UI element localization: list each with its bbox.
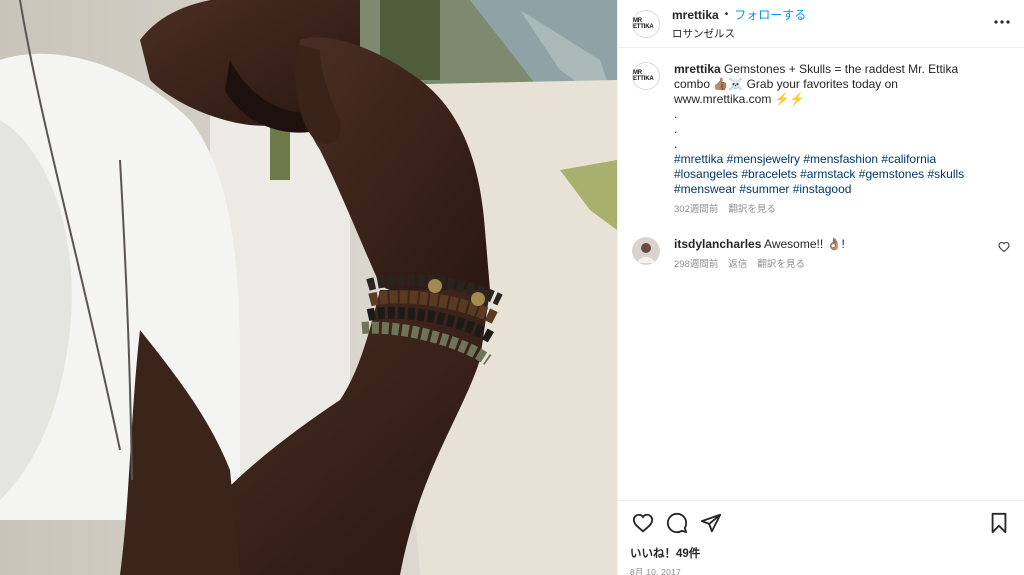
photo-man-wearing-bracelets: [0, 0, 617, 575]
post-dialog: MR ETTIKA mrettika • フォローする ロサンゼルス MR ET…: [0, 0, 1024, 575]
header-text: mrettika • フォローする ロサンゼルス: [672, 6, 806, 41]
comment-meta: 298週間前 返信 翻訳を見る: [674, 257, 994, 272]
comment-translate-link[interactable]: 翻訳を見る: [757, 257, 805, 272]
separator-dot: •: [724, 9, 729, 20]
post-side-panel: MR ETTIKA mrettika • フォローする ロサンゼルス MR ET…: [617, 0, 1024, 575]
caption-hashtags[interactable]: #mrettika #mensjewelry #mensfashion #cal…: [674, 152, 994, 197]
comment-time[interactable]: 298週間前: [674, 257, 718, 272]
paper-plane-icon: [700, 513, 722, 533]
comment-like-heart-icon[interactable]: [998, 241, 1010, 253]
caption-row: MR ETTIKA mrettika Gemstones + Skulls = …: [632, 62, 1010, 217]
follow-button[interactable]: フォローする: [734, 6, 806, 23]
action-icons: [630, 509, 1012, 537]
comment-button[interactable]: [664, 510, 690, 536]
comment-body: itsdylancharles Awesome!! 👌🏽! 298週間前 返信 …: [674, 237, 994, 272]
save-button[interactable]: [986, 510, 1012, 536]
post-photo[interactable]: [0, 0, 617, 575]
avatar-logo-text: MR ETTIKA: [633, 17, 654, 30]
caption-translate-link[interactable]: 翻訳を見る: [728, 202, 776, 217]
comment-bubble-icon: [666, 512, 688, 534]
comment-text: Awesome!! 👌🏽!: [764, 237, 845, 251]
caption-meta: 302週間前 翻訳を見る: [674, 202, 994, 217]
more-options-button[interactable]: [990, 12, 1014, 32]
bookmark-icon: [991, 512, 1007, 534]
heart-icon: [632, 513, 654, 533]
caption-username[interactable]: mrettika: [674, 62, 721, 76]
comment-row: itsdylancharles Awesome!! 👌🏽! 298週間前 返信 …: [632, 237, 1010, 272]
caption-avatar-text: MR ETTIKA: [633, 70, 654, 82]
more-horizontal-icon: [994, 20, 1010, 24]
comments-section: MR ETTIKA mrettika Gemstones + Skulls = …: [618, 48, 1024, 500]
location-link[interactable]: ロサンゼルス: [672, 26, 806, 41]
author-avatar[interactable]: MR ETTIKA: [632, 9, 660, 38]
header-line: mrettika • フォローする: [672, 6, 806, 23]
caption-avatar[interactable]: MR ETTIKA: [632, 62, 660, 90]
share-button[interactable]: [698, 510, 724, 536]
author-username[interactable]: mrettika: [672, 8, 719, 22]
like-button[interactable]: [630, 510, 656, 536]
post-header: MR ETTIKA mrettika • フォローする ロサンゼルス: [618, 0, 1024, 48]
comment-username[interactable]: itsdylancharles: [674, 237, 761, 251]
like-count[interactable]: いいね！49件: [630, 545, 1012, 561]
comment-reply-button[interactable]: 返信: [728, 257, 747, 272]
caption-time[interactable]: 302週間前: [674, 202, 718, 217]
post-date[interactable]: 8月 10, 2017: [630, 566, 1012, 575]
commenter-avatar[interactable]: [632, 237, 660, 265]
post-actions: いいね！49件 8月 10, 2017: [618, 500, 1024, 575]
caption-body: mrettika Gemstones + Skulls = the raddes…: [674, 62, 994, 217]
